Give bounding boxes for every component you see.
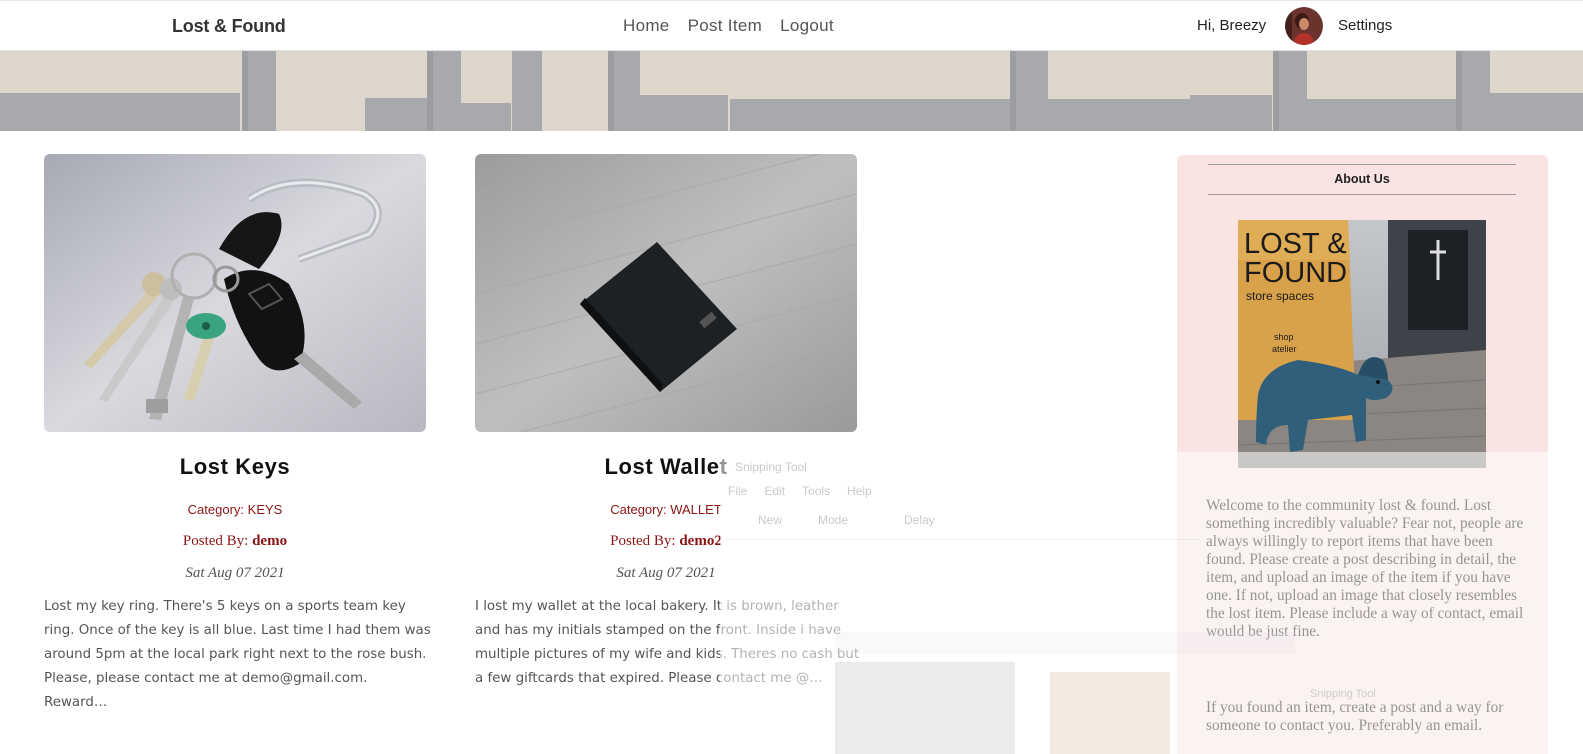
navbar: Lost & Found Home Post Item Logout Hi, B… (0, 0, 1583, 51)
post-category: Category: KEYS (187, 502, 283, 517)
about-paragraph-2: If you found an item, create a post and … (1206, 699, 1504, 734)
snip-delay-button: Delay (904, 513, 935, 527)
hero-banner (0, 51, 1583, 131)
post-title[interactable]: Lost Wallet (475, 454, 857, 480)
about-image: LOST & FOUND store spaces shop atelier (1238, 220, 1486, 468)
posted-by-label: Posted By: (182, 533, 249, 549)
user-greeting: Hi, Breezy (1197, 17, 1267, 34)
sign-line-2: FOUND (1244, 257, 1347, 289)
sign-line-5: atelier (1272, 344, 1297, 354)
settings-link[interactable]: Settings (1338, 17, 1392, 34)
post-card[interactable]: Lost Wallet Category: WALLET Posted By: … (475, 154, 859, 691)
sign-line-3: store spaces (1246, 289, 1314, 303)
author-name: demo2 (679, 533, 722, 549)
sign-line-4: shop (1274, 332, 1294, 342)
about-title: About Us (1208, 164, 1516, 195)
author-name: demo (252, 533, 288, 549)
post-card[interactable]: Lost Keys Category: KEYS Posted By: demo… (44, 154, 431, 715)
post-body: I lost my wallet at the local bakery. It… (475, 599, 860, 686)
nav-home-link[interactable]: Home (623, 16, 670, 36)
post-image-keys[interactable] (44, 154, 426, 432)
nav-post-item-link[interactable]: Post Item (688, 16, 763, 36)
post-author: Posted By: demo2 (475, 533, 857, 550)
post-date: Sat Aug 07 2021 (185, 565, 285, 581)
nav-logout-link[interactable]: Logout (780, 16, 834, 36)
about-paragraph-1: Welcome to the community lost & found. L… (1206, 497, 1524, 640)
post-image-wallet[interactable] (475, 154, 857, 432)
post-body: Lost my key ring. There's 5 keys on a sp… (44, 599, 431, 710)
brand-logo-link[interactable]: Lost & Found (172, 16, 286, 37)
sign-line-1: LOST & (1244, 228, 1347, 260)
user-avatar[interactable] (1285, 7, 1323, 45)
banner-pattern (0, 51, 1583, 131)
post-category: Category: WALLET (610, 502, 722, 517)
nav-links: Home Post Item Logout (623, 16, 834, 36)
post-author: Posted By: demo (44, 533, 426, 550)
posted-by-label: Posted By: (610, 533, 676, 549)
post-title[interactable]: Lost Keys (44, 454, 426, 480)
about-sidebar: About Us LOST & FOUND store spaces shop … (1177, 155, 1548, 754)
post-date: Sat Aug 07 2021 (616, 565, 716, 581)
